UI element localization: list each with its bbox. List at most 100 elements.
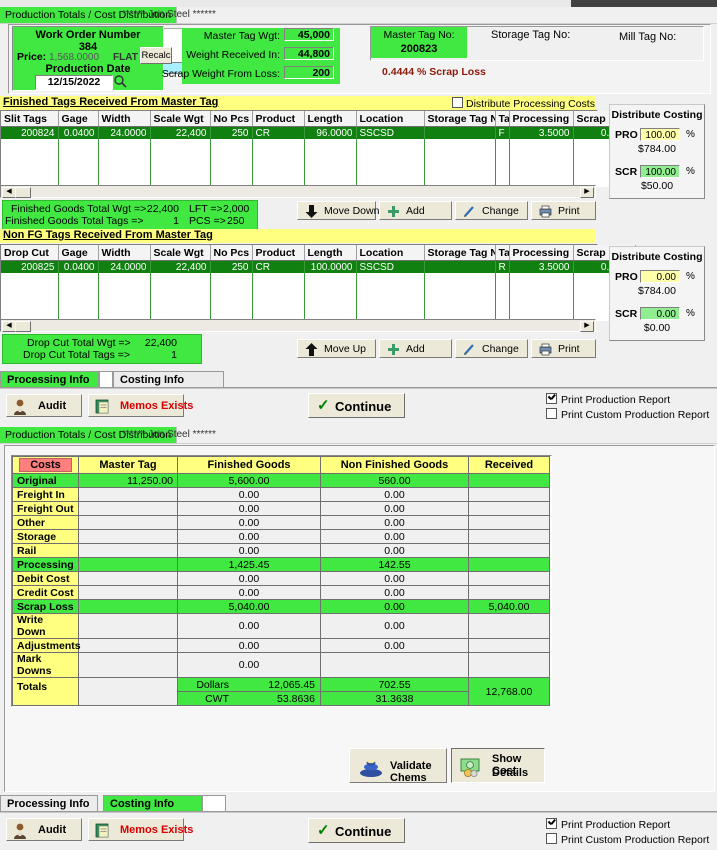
cost-row[interactable]: Scrap Loss 5,040.00 0.00 5,040.00 [12, 599, 550, 614]
print-nonfg-button[interactable]: Print [531, 339, 596, 358]
memos-button-bottom[interactable]: Memos Exists [88, 818, 193, 841]
add-finished-button[interactable]: Add [379, 201, 452, 220]
table-row-empty[interactable] [1, 139, 636, 151]
cost-row[interactable]: Adjustments 0.00 0.00 [12, 638, 550, 653]
memos-button-top[interactable]: Memos Exists [88, 394, 193, 417]
column-header[interactable]: Length [304, 111, 357, 127]
column-header[interactable]: Location [356, 245, 425, 261]
scroll-thumb[interactable] [15, 187, 31, 198]
print-production-checkbox-bottom[interactable]: Print Production Report [546, 818, 670, 831]
table-row-empty[interactable] [1, 163, 636, 175]
nfg-pro-input[interactable]: 0.00 [640, 270, 680, 283]
fg-scr-input[interactable]: 100.00 [640, 165, 680, 178]
move-down-button[interactable]: Move Down [297, 201, 379, 220]
column-header[interactable]: Product [252, 245, 305, 261]
cost-row[interactable]: Credit Cost 0.00 0.00 [12, 585, 550, 600]
show-cost-details-button[interactable]: Show Cost Details [451, 748, 545, 783]
scrap-weight-input[interactable]: 200 [284, 66, 334, 79]
table-row-empty[interactable] [1, 273, 636, 285]
table-row[interactable]: 200825 0.0400 24.0000 22,400 250 CR 100.0000 SS… [1, 260, 636, 273]
table-row-empty[interactable] [1, 285, 636, 297]
tab-processing-info-top[interactable]: Processing Info [0, 371, 99, 388]
nonfg-hscrollbar[interactable]: ◀ ▶ [0, 319, 596, 332]
column-header[interactable]: Length [304, 245, 357, 261]
fg-pro-input[interactable]: 100.00 [640, 128, 680, 141]
column-header[interactable]: Width [98, 111, 151, 127]
scroll-right-arrow-icon[interactable]: ▶ [580, 187, 594, 198]
finished-tags-grid[interactable]: Slit Tags Gage Width Scale Wgt No Pcs Product… [0, 110, 636, 187]
cost-row[interactable]: Debit Cost 0.00 0.00 [12, 571, 550, 586]
cost-row[interactable]: Freight In 0.00 0.00 [12, 487, 550, 502]
column-header[interactable]: Location [356, 111, 425, 127]
cost-row[interactable]: Other 0.00 0.00 [12, 515, 550, 530]
cost-row[interactable]: Rail 0.00 0.00 [12, 543, 550, 558]
move-up-button[interactable]: Move Up [297, 339, 376, 358]
table-row-empty[interactable] [1, 151, 636, 163]
cost-row[interactable]: Storage 0.00 0.00 [12, 529, 550, 544]
cost-row[interactable]: Mark Downs 0.00 [12, 652, 550, 678]
cost-row[interactable]: Freight Out 0.00 0.00 [12, 501, 550, 516]
cost-cell-fg: 0.00 [177, 501, 321, 516]
column-header[interactable]: Width [98, 245, 151, 261]
print-custom-checkbox-bottom[interactable]: Print Custom Production Report [546, 833, 709, 846]
print-custom-checkbox-top[interactable]: Print Custom Production Report [546, 408, 709, 421]
column-header[interactable]: Slit Tags [1, 111, 59, 127]
tab-costing-info-bottom[interactable]: Costing Info [103, 795, 202, 812]
continue-button-bottom[interactable]: ✓ Continue [308, 818, 405, 843]
dollars-nfg: 702.55 [320, 677, 469, 692]
nfg-scr-input[interactable]: 0.00 [640, 307, 680, 320]
scroll-left-arrow-icon[interactable]: ◀ [2, 321, 16, 332]
fg-scr-percent-symbol: % [686, 166, 695, 177]
column-header[interactable]: No Pcs [210, 245, 253, 261]
weight-received-input[interactable]: 44,800 [284, 47, 334, 60]
tab-processing-info-bottom[interactable]: Processing Info [0, 795, 98, 812]
recalc-button[interactable]: Recalc [140, 47, 172, 64]
audit-button-bottom[interactable]: Audit [6, 818, 82, 841]
production-date-input[interactable]: 12/15/2022 [35, 75, 113, 90]
scroll-thumb[interactable] [15, 321, 31, 332]
tab-costing-info-top[interactable]: Costing Info [113, 371, 224, 388]
column-header[interactable]: Scale Wgt [150, 111, 211, 127]
table-row-empty[interactable] [1, 297, 636, 309]
column-header[interactable]: Processing [509, 245, 574, 261]
validate-chems-button[interactable]: Validate Chems [349, 748, 447, 784]
print-finished-button[interactable]: Print [531, 201, 596, 220]
column-header[interactable]: Storage Tag N [424, 245, 496, 261]
master-tag-wgt-input[interactable]: 45,000 [284, 28, 334, 41]
cost-cell-master [78, 599, 178, 614]
table-row[interactable]: 200824 0.0400 24.0000 22,400 250 CR 96.0000 SSC… [1, 126, 636, 139]
scroll-right-arrow-icon[interactable]: ▶ [580, 321, 594, 332]
dollars-fg: 12,065.45 [268, 678, 315, 691]
finished-tags-hscrollbar[interactable]: ◀ ▶ [0, 185, 596, 198]
column-header[interactable]: Scale Wgt [150, 245, 211, 261]
scroll-left-arrow-icon[interactable]: ◀ [2, 187, 16, 198]
column-header[interactable]: Processing [509, 111, 574, 127]
audit-button-top[interactable]: Audit [6, 394, 82, 417]
change-nonfg-button[interactable]: Change [455, 339, 528, 358]
weights-box: Master Tag Wgt: 45,000 Weight Received I… [162, 28, 340, 84]
nonfg-grid[interactable]: Drop Cut Gage Width Scale Wgt No Pcs Product L… [0, 244, 636, 321]
finished-tags-body: 200824 0.0400 24.0000 22,400 250 CR 96.0000 SSC… [1, 126, 636, 187]
column-header[interactable]: Gage [58, 111, 99, 127]
cost-row[interactable]: Write Down 0.00 0.00 [12, 613, 550, 639]
plus-icon [386, 204, 401, 219]
table-cell: 0.0400 [58, 126, 99, 139]
column-header[interactable]: Storage Tag N [424, 111, 496, 127]
cost-row[interactable]: Original 11,250.00 5,600.00 560.00 [12, 473, 550, 488]
dollars-label: Dollars [196, 678, 229, 691]
change-finished-button[interactable]: Change [455, 201, 528, 220]
print-production-checkbox-top[interactable]: Print Production Report [546, 393, 670, 406]
continue-button-top[interactable]: ✓ Continue [308, 393, 405, 418]
column-header[interactable]: Product [252, 111, 305, 127]
column-header[interactable]: No Pcs [210, 111, 253, 127]
column-header[interactable]: Tag [495, 245, 510, 261]
fg-pro-amount: $784.00 [638, 143, 676, 155]
cost-cell-fg: 0.00 [177, 529, 321, 544]
column-header[interactable]: Tag [495, 111, 510, 127]
column-header[interactable]: Gage [58, 245, 99, 261]
add-nonfg-button[interactable]: Add [379, 339, 452, 358]
column-header[interactable]: Drop Cut [1, 245, 59, 261]
distribute-processing-costs-checkbox[interactable]: Distribute Processing Costs [452, 97, 595, 110]
date-lookup-icon[interactable] [113, 74, 128, 89]
cost-row[interactable]: Processing 1,425.45 142.55 [12, 557, 550, 572]
